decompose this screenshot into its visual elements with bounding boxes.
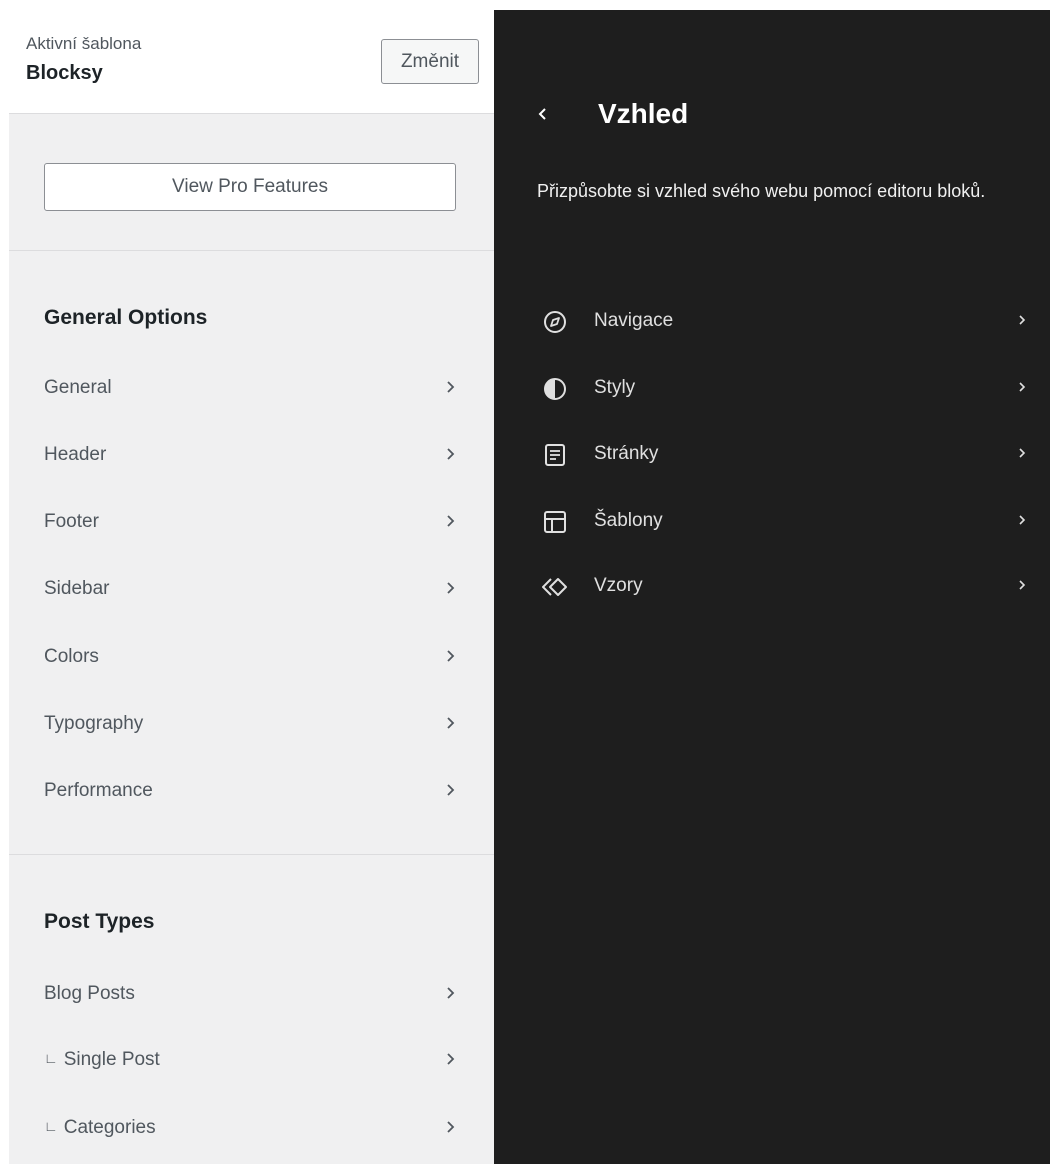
nav-item-single-post[interactable]: ∟ Single Post — [44, 1041, 456, 1081]
customizer-panel: Aktivní šablona Blocksy Změnit View Pro … — [9, 10, 494, 1164]
nav-item-label: Single Post — [63, 1049, 160, 1070]
active-theme-name: Blocksy — [26, 62, 103, 84]
page-icon — [545, 444, 565, 466]
chevron-right-icon — [1019, 515, 1026, 525]
nav-item-label: Typography — [44, 713, 144, 734]
divider — [9, 854, 494, 855]
nav-item-general[interactable]: General — [44, 369, 456, 409]
general-options-title: General Options — [44, 306, 208, 329]
chevron-right-icon — [447, 582, 455, 594]
chevron-right-icon — [1019, 382, 1026, 392]
chevron-right-icon — [1019, 448, 1026, 458]
nav-item-categories[interactable]: ∟ Categories — [44, 1109, 456, 1149]
chevron-right-icon — [447, 1121, 455, 1133]
compass-icon — [544, 311, 566, 333]
nav-item-colors[interactable]: Colors — [44, 638, 456, 678]
nav-item-footer[interactable]: Footer — [44, 503, 456, 543]
active-theme-header: Aktivní šablona Blocksy Změnit — [9, 10, 494, 114]
menu-item-vzory[interactable]: Vzory — [534, 566, 1026, 606]
menu-item-label: Navigace — [594, 310, 674, 331]
nav-item-label: Blog Posts — [44, 983, 135, 1004]
menu-item-navigace[interactable]: Navigace — [534, 301, 1026, 341]
menu-item-label: Vzory — [594, 575, 643, 596]
back-chevron-icon[interactable] — [534, 100, 552, 128]
active-theme-label: Aktivní šablona — [26, 34, 142, 53]
nav-item-blog-posts[interactable]: Blog Posts — [44, 975, 456, 1015]
chevron-right-icon — [1019, 580, 1026, 590]
nav-item-label: Colors — [44, 646, 99, 667]
menu-item-label: Styly — [594, 377, 636, 398]
nav-item-label: General — [44, 377, 112, 398]
chevron-right-icon — [447, 1053, 455, 1065]
chevron-right-icon — [447, 448, 455, 460]
layout-icon — [544, 511, 566, 533]
nav-item-sidebar[interactable]: Sidebar — [44, 570, 456, 610]
menu-item-label: Stránky — [594, 443, 659, 464]
site-editor-sidebar: Vzhled Přizpůsobte si vzhled svého webu … — [494, 10, 1050, 1164]
nav-item-label: Categories — [63, 1117, 156, 1138]
nav-item-label: Performance — [44, 780, 153, 801]
chevron-right-icon — [447, 987, 455, 999]
nav-item-label: Header — [44, 444, 107, 465]
symbol-icon — [542, 578, 567, 596]
menu-item-styly[interactable]: Styly — [534, 368, 1026, 408]
menu-item-label: Šablony — [594, 510, 663, 531]
nav-item-label: Footer — [44, 511, 99, 532]
change-theme-button[interactable]: Změnit — [381, 39, 479, 84]
nav-item-header[interactable]: Header — [44, 436, 456, 476]
chevron-right-icon — [1019, 315, 1026, 325]
page-description: Přizpůsobte si vzhled svého webu pomocí … — [537, 181, 986, 201]
view-pro-features-button[interactable]: View Pro Features — [44, 163, 456, 211]
chevron-right-icon — [447, 784, 455, 796]
half-circle-icon — [544, 378, 566, 400]
nav-item-label: Sidebar — [44, 578, 110, 599]
menu-item-stranky[interactable]: Stránky — [534, 434, 1026, 474]
sub-item-marker-icon: ∟ — [44, 1118, 58, 1134]
sub-item-marker-icon: ∟ — [44, 1050, 58, 1066]
page-title: Vzhled — [598, 98, 689, 129]
chevron-right-icon — [447, 650, 455, 662]
post-types-title: Post Types — [44, 910, 155, 933]
nav-item-typography[interactable]: Typography — [44, 705, 456, 745]
chevron-right-icon — [447, 515, 455, 527]
menu-item-sablony[interactable]: Šablony — [534, 501, 1026, 541]
chevron-right-icon — [447, 717, 455, 729]
divider — [9, 250, 494, 251]
nav-item-performance[interactable]: Performance — [44, 772, 456, 812]
chevron-right-icon — [447, 381, 455, 393]
